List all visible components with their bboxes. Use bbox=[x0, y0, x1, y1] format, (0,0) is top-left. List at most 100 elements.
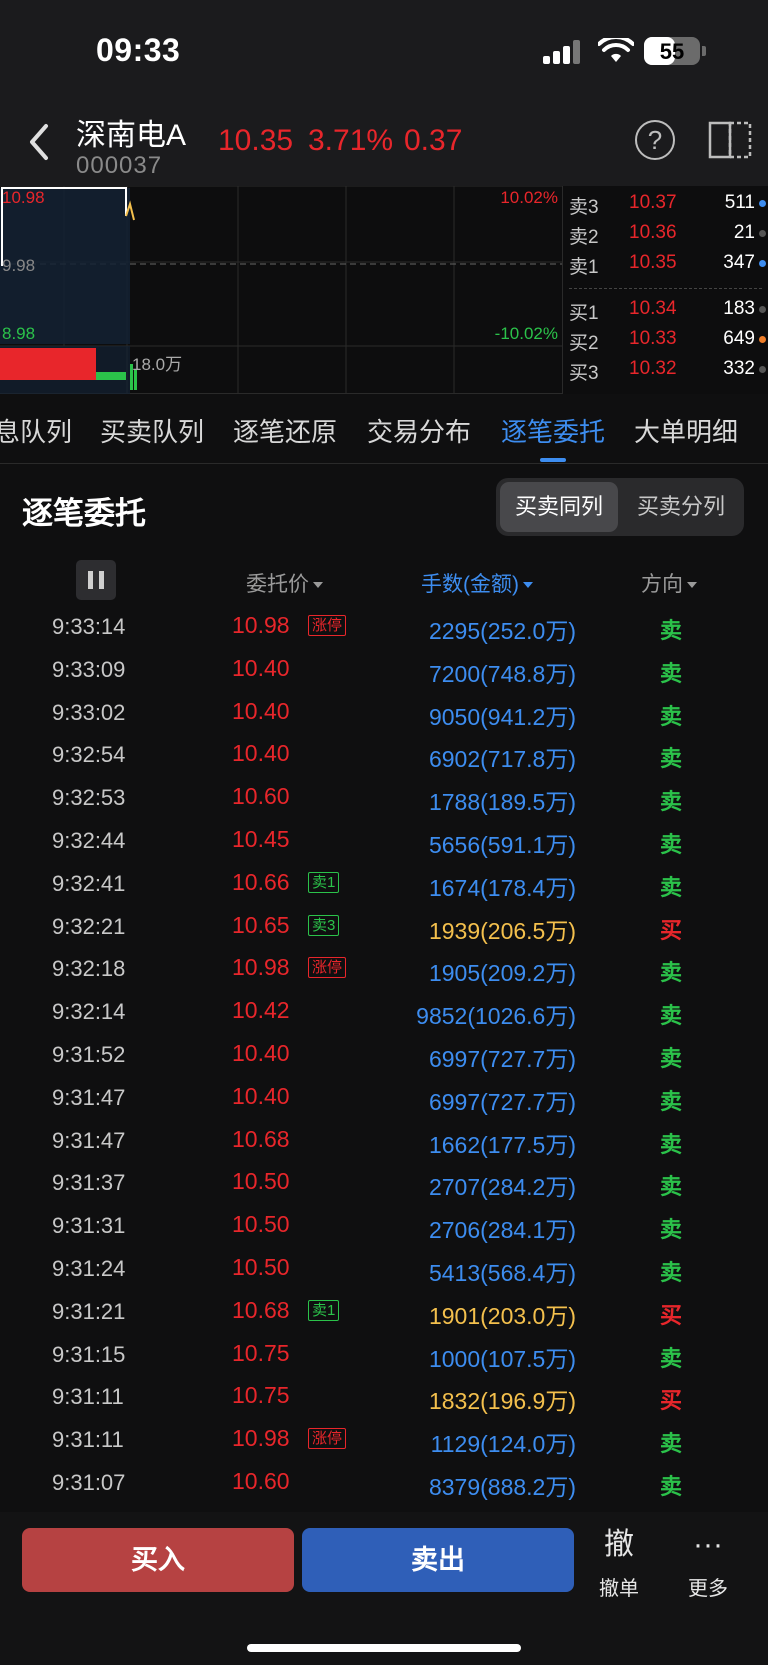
order-time: 9:32:14 bbox=[52, 999, 126, 1025]
order-price: 10.45 bbox=[232, 826, 290, 852]
chart-low-price: 8.98 bbox=[2, 324, 36, 343]
order-amount: 1939(206.5万) bbox=[428, 917, 576, 944]
order-direction: 卖 bbox=[660, 1474, 683, 1499]
intraday-chart[interactable]: 10.98 9.98 8.98 10.02% -10.02% 18.0万 bbox=[0, 186, 562, 394]
order-amount: 9050(941.2万) bbox=[428, 703, 576, 730]
order-row[interactable]: 9:31:11 10.98 涨停 1129(124.0万) 卖 bbox=[0, 1417, 768, 1460]
limit-up-badge: 涨停 bbox=[308, 615, 347, 636]
order-row[interactable]: 9:32:54 10.40 6902(717.8万) 卖 bbox=[0, 732, 768, 775]
order-price: 10.42 bbox=[232, 997, 290, 1024]
order-price: 10.66 bbox=[232, 868, 290, 895]
order-row[interactable]: 9:32:41 10.66 卖1 1674(178.4万) 卖 bbox=[0, 861, 768, 904]
order-row[interactable]: 9:31:47 10.68 1662(177.5万) 卖 bbox=[0, 1118, 768, 1161]
help-icon[interactable]: ? bbox=[635, 120, 675, 160]
layout-toggle-icon[interactable] bbox=[708, 120, 752, 160]
order-row[interactable]: 9:31:37 10.50 2707(284.2万) 卖 bbox=[0, 1160, 768, 1203]
order-direction: 卖 bbox=[660, 1046, 683, 1071]
order-time: 9:31:11 bbox=[52, 1427, 124, 1453]
cancel-order-button[interactable]: 撤 撤单 bbox=[579, 1526, 659, 1601]
order-direction: 卖 bbox=[660, 874, 683, 900]
ask-row: 卖3 10.37 511 bbox=[563, 188, 768, 218]
tab-order-by-order[interactable]: 逐笔委托 bbox=[501, 412, 605, 449]
order-amount: 9852(1026.6万) bbox=[416, 1003, 576, 1030]
ask-level-badge: 卖1 bbox=[308, 871, 340, 893]
tab-trade-replay[interactable]: 逐笔还原 bbox=[233, 412, 337, 449]
chart-mid-price: 9.98 bbox=[2, 256, 36, 275]
battery-icon: 55 bbox=[644, 37, 700, 65]
order-row[interactable]: 9:31:21 10.68 卖1 1901(203.0万) 买 bbox=[0, 1289, 768, 1332]
order-row[interactable]: 9:31:07 10.60 8379(888.2万) 卖 bbox=[0, 1460, 768, 1503]
order-book[interactable]: 卖3 10.37 511 卖2 10.36 21 卖1 10.35 347 买1 10.34 1… bbox=[562, 186, 768, 394]
order-direction: 买 bbox=[660, 917, 683, 943]
order-row[interactable]: 9:33:09 10.40 7200(748.8万) 卖 bbox=[0, 647, 768, 690]
same-column-button[interactable]: 买卖同列 bbox=[500, 482, 618, 532]
order-row[interactable]: 9:31:15 10.75 1000(107.5万) 卖 bbox=[0, 1332, 768, 1375]
buy-button[interactable]: 买入 bbox=[22, 1528, 294, 1592]
tab-trade-distribution[interactable]: 交易分布 bbox=[367, 412, 471, 449]
split-column-button[interactable]: 买卖分列 bbox=[622, 482, 740, 532]
order-price: 10.40 bbox=[232, 1082, 290, 1109]
stock-change: 0.37 bbox=[404, 124, 463, 157]
section-title: 逐笔委托 bbox=[22, 496, 146, 531]
order-row[interactable]: 9:33:02 10.40 9050(941.2万) 卖 bbox=[0, 690, 768, 733]
price-column-header[interactable]: 委托价 bbox=[246, 568, 323, 608]
order-direction: 卖 bbox=[660, 1217, 683, 1243]
sell-button[interactable]: 卖出 bbox=[302, 1528, 574, 1592]
order-row[interactable]: 9:31:47 10.40 6997(727.7万) 卖 bbox=[0, 1075, 768, 1118]
order-amount: 1901(203.0万) bbox=[428, 1302, 576, 1329]
order-row[interactable]: 9:32:18 10.98 涨停 1905(209.2万) 卖 bbox=[0, 946, 768, 989]
limit-up-badge: 涨停 bbox=[308, 1428, 347, 1450]
order-row[interactable]: 9:31:52 10.40 6997(727.7万) 卖 bbox=[0, 1032, 768, 1075]
ask-level-badge: 卖3 bbox=[308, 914, 340, 936]
order-row[interactable]: 9:32:21 10.65 卖3 1939(206.5万) 买 bbox=[0, 904, 768, 947]
cancel-icon: 撤 bbox=[604, 1528, 634, 1561]
chart-high-pct: 10.02% bbox=[500, 188, 558, 207]
stock-price: 10.35 bbox=[218, 124, 294, 157]
bid-row: 买3 10.32 332 bbox=[563, 354, 768, 384]
order-row[interactable]: 9:31:11 10.75 1832(196.9万) 买 bbox=[0, 1374, 768, 1417]
active-tab-indicator bbox=[540, 458, 566, 462]
orderbook-divider bbox=[569, 288, 762, 289]
order-direction: 卖 bbox=[660, 746, 683, 772]
tab-queue[interactable]: 息队列 bbox=[0, 412, 72, 449]
battery-level: 55 bbox=[659, 39, 685, 64]
direction-column-header[interactable]: 方向 bbox=[641, 568, 697, 608]
order-price: 10.60 bbox=[232, 783, 290, 810]
back-icon[interactable] bbox=[24, 120, 54, 164]
order-row[interactable]: 9:32:44 10.45 5656(591.1万) 卖 bbox=[0, 818, 768, 861]
status-bar: 09:33 55 bbox=[0, 0, 768, 100]
sort-caret-icon bbox=[523, 582, 533, 589]
order-amount: 6997(727.7万) bbox=[428, 1046, 576, 1072]
order-row[interactable]: 9:32:14 10.42 9852(1026.6万) 卖 bbox=[0, 989, 768, 1032]
order-time: 9:32:41 bbox=[52, 870, 126, 896]
order-price: 10.50 bbox=[232, 1168, 290, 1195]
bottom-action-bar: 买入 卖出 撤 撤单 ··· 更多 bbox=[0, 1512, 768, 1665]
order-time: 9:31:47 bbox=[52, 1127, 126, 1153]
pause-icon[interactable] bbox=[76, 560, 116, 600]
order-row[interactable]: 9:32:53 10.60 1788(189.5万) 卖 bbox=[0, 775, 768, 818]
order-amount: 1674(178.4万) bbox=[428, 874, 576, 901]
more-button[interactable]: ··· 更多 bbox=[668, 1526, 748, 1601]
order-direction: 卖 bbox=[660, 1345, 683, 1371]
order-direction: 卖 bbox=[660, 1260, 683, 1285]
order-row[interactable]: 9:31:31 10.50 2706(284.1万) 卖 bbox=[0, 1203, 768, 1246]
order-amount: 6997(727.7万) bbox=[428, 1088, 576, 1115]
order-direction: 卖 bbox=[660, 618, 683, 643]
tab-bid-ask-queue[interactable]: 买卖队列 bbox=[100, 412, 204, 449]
order-time: 9:33:14 bbox=[52, 614, 126, 639]
order-row[interactable]: 9:33:14 10.98 涨停 2295(252.0万) 卖 bbox=[0, 604, 768, 647]
order-time: 9:31:21 bbox=[52, 1298, 126, 1324]
order-amount: 1788(189.5万) bbox=[428, 789, 576, 816]
order-list[interactable]: 9:33:14 10.98 涨停 2295(252.0万) 卖 9:33:09 10.40 7… bbox=[0, 604, 768, 1512]
tab-large-orders[interactable]: 大单明细 bbox=[634, 412, 738, 449]
order-time: 9:31:24 bbox=[52, 1256, 126, 1281]
order-price: 10.75 bbox=[232, 1382, 290, 1409]
limit-up-badge: 涨停 bbox=[308, 957, 347, 979]
order-amount: 5656(591.1万) bbox=[428, 832, 576, 858]
cellular-signal-icon bbox=[543, 40, 583, 64]
chart-volume-label: 18.0万 bbox=[132, 355, 183, 374]
order-time: 9:32:53 bbox=[52, 785, 126, 811]
bid-row: 买2 10.33 649 bbox=[563, 324, 768, 354]
order-row[interactable]: 9:31:24 10.50 5413(568.4万) 卖 bbox=[0, 1246, 768, 1289]
amount-column-header[interactable]: 手数(金额) bbox=[421, 568, 533, 608]
